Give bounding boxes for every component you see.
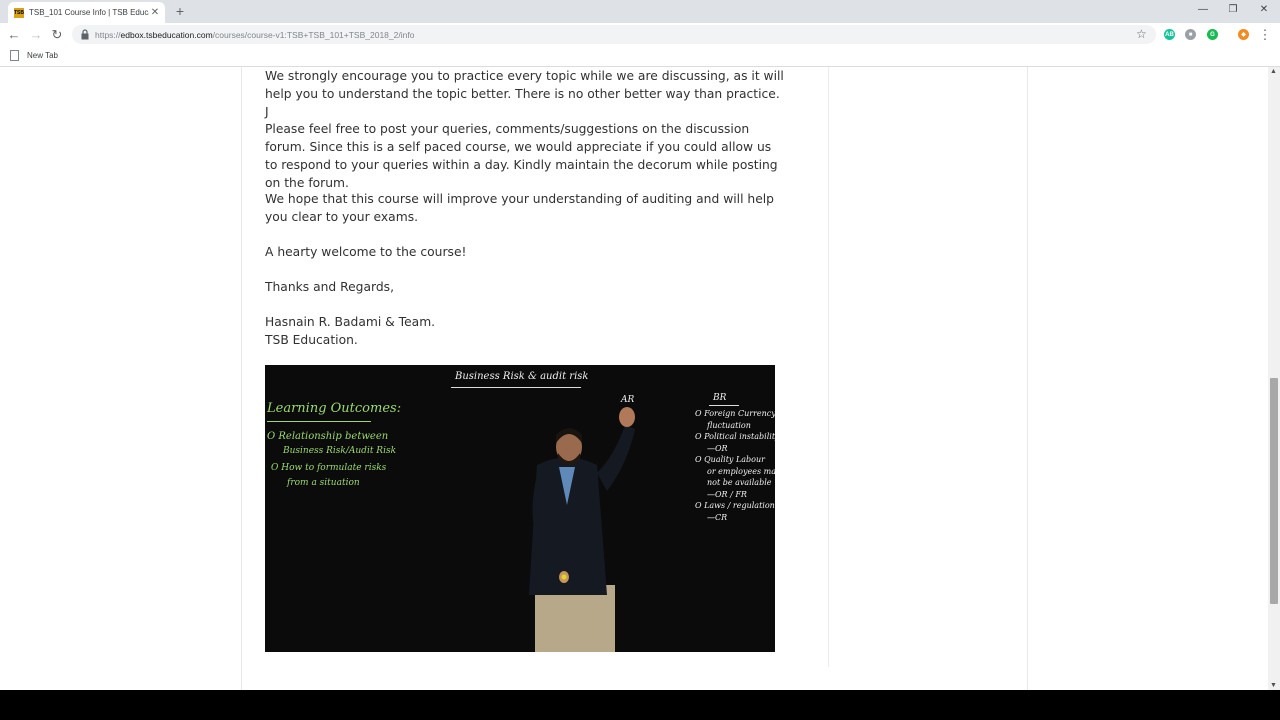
bookmark-star-icon[interactable]: ☆ (1136, 27, 1147, 41)
url-text[interactable]: https://edbox.tsbeducation.com/courses/c… (95, 30, 414, 40)
br-line: fluctuation (707, 420, 751, 430)
learning-outcomes-underline (267, 421, 371, 422)
br-line: O Quality Labour (695, 455, 765, 464)
outcome-2-line2: from a situation (287, 478, 360, 488)
br-heading: BR (713, 393, 727, 403)
learning-outcomes-heading: Learning Outcomes: (267, 401, 402, 416)
signature-name: Hasnain R. Badami & Team. (265, 315, 436, 329)
forward-icon[interactable]: → (29, 27, 43, 42)
outcome-1-line1: O Relationship between (267, 431, 389, 442)
back-icon[interactable]: ← (7, 27, 21, 42)
sidebar-divider (828, 67, 829, 667)
tab-close-icon[interactable]: ✕ (149, 7, 161, 18)
br-line: not be available (707, 478, 772, 487)
board-title-underline (451, 387, 581, 388)
url-scheme: https:// (95, 30, 121, 40)
new-tab-button[interactable]: + (173, 3, 187, 19)
scroll-down-arrow-icon[interactable]: ▼ (1270, 682, 1277, 689)
window-close-icon[interactable]: ✕ (1257, 4, 1271, 15)
br-line: —OR (707, 443, 728, 453)
bookmark-new-tab[interactable]: New Tab (10, 50, 58, 61)
camera-extension-icon[interactable]: ■ (1185, 29, 1196, 40)
page-content: We strongly encourage you to practice ev… (0, 67, 1268, 690)
scrollbar-thumb[interactable] (1270, 378, 1278, 604)
reload-icon[interactable]: ↻ (50, 27, 64, 43)
br-line: O Foreign Currency (695, 409, 775, 418)
br-line: O Political instability (695, 432, 775, 441)
menu-icon[interactable]: ⋮ (1258, 27, 1272, 43)
paragraph-regards: Thanks and Regards, (265, 280, 394, 294)
restore-icon[interactable]: ❐ (1226, 4, 1240, 15)
outcome-1-line2: Business Risk/Audit Risk (283, 446, 397, 456)
minimize-icon[interactable]: — (1196, 4, 1210, 15)
lock-icon (81, 29, 89, 40)
paragraph-hope: We hope that this course will improve yo… (265, 192, 774, 224)
signature-org: TSB Education. (265, 333, 358, 347)
g-extension-icon[interactable]: G (1207, 29, 1218, 40)
paragraph-forum: Please feel free to post your queries, c… (265, 122, 778, 190)
bookmarks-bar (0, 46, 1280, 67)
fox-extension-icon[interactable]: ◆ (1238, 29, 1249, 40)
tsb-favicon-icon: TSB (14, 7, 24, 18)
course-video-player[interactable]: Business Risk & audit risk Learning Outc… (265, 365, 775, 652)
br-line: —OR / FR (707, 489, 747, 499)
tab-course-info[interactable]: TSB TSB_101 Course Info | TSB Educa ✕ (8, 2, 165, 23)
tab-strip: TSB TSB_101 Course Info | TSB Educa ✕ + … (0, 0, 1280, 23)
url-path: /courses/course-v1:TSB+TSB_101+TSB_2018_… (212, 30, 415, 40)
content-right-border (1027, 67, 1028, 690)
paragraph-practice: We strongly encourage you to practice ev… (265, 69, 784, 119)
bookmark-label: New Tab (27, 51, 58, 60)
content-left-border (241, 67, 242, 690)
br-line: or employees may (707, 466, 775, 476)
outcome-2-line1: O How to formulate risks (271, 463, 387, 473)
br-line: O Laws / regulations (695, 501, 775, 510)
bottom-black-bar (0, 690, 1280, 720)
url-host: edbox.tsbeducation.com (120, 30, 213, 40)
grammarly-extension-icon[interactable]: AB (1164, 29, 1175, 40)
tab-title: TSB_101 Course Info | TSB Educa (29, 8, 149, 17)
paragraph-welcome: A hearty welcome to the course! (265, 245, 467, 259)
scroll-up-arrow-icon[interactable]: ▲ (1270, 68, 1277, 75)
br-line: —CR (707, 512, 728, 522)
page-icon (10, 50, 19, 61)
presenter-figure (529, 407, 635, 652)
br-underline (709, 405, 739, 406)
board-title: Business Risk & audit risk (455, 371, 589, 382)
